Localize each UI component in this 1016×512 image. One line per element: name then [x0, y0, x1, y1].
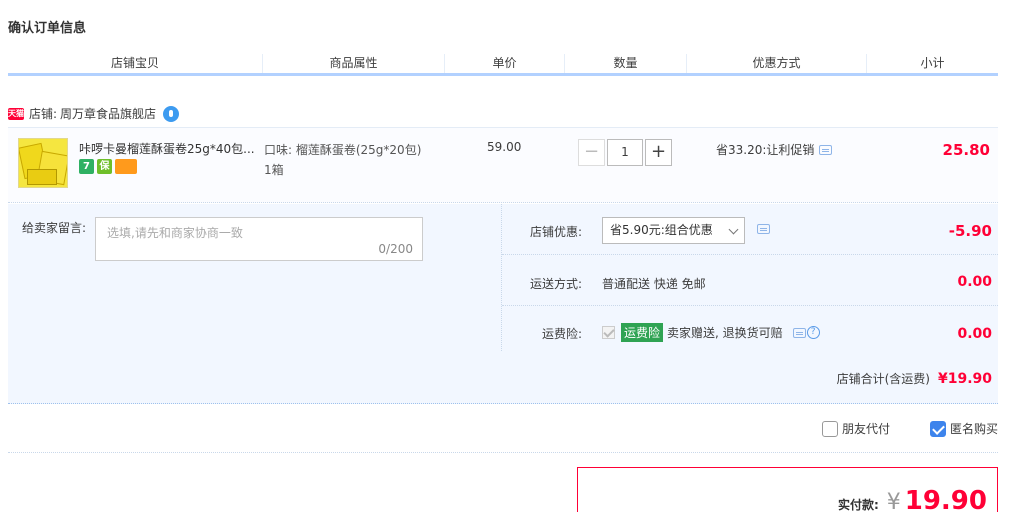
tmall-icon: 天猫	[8, 107, 24, 120]
guarantee-icon[interactable]: 保	[97, 159, 112, 174]
insurance-row: 运费险: 运费险 卖家赠送, 退换货可赔 ? 0.00	[502, 307, 998, 351]
shop-discount-row: 店铺优惠: 省5.90元:组合优惠 -5.90	[502, 204, 998, 255]
discount-info-icon[interactable]	[757, 224, 770, 234]
column-header: 店铺宝贝 商品属性 单价 数量 优惠方式 小计	[8, 54, 998, 76]
shipping-row: 运送方式: 普通配送 快递 免邮 0.00	[502, 256, 998, 306]
shipping-value: 0.00	[957, 274, 992, 290]
page-title: 确认订单信息	[8, 21, 87, 36]
shipping-method: 普通配送 快递 免邮	[602, 277, 706, 291]
insurance-chat-icon[interactable]	[792, 327, 806, 338]
service-badges: 7 保	[79, 159, 137, 174]
shop-discount-select[interactable]: 省5.90元:组合优惠	[602, 217, 745, 244]
seller-message-input[interactable]: 选填,请先和商家协商一致 0/200	[95, 217, 423, 261]
insurance-detail: 运费险 卖家赠送, 退换货可赔 ?	[602, 323, 820, 342]
grand-total: 实付款: ¥ 19.90	[838, 486, 987, 512]
help-icon[interactable]: ?	[806, 326, 820, 339]
insurance-label: 运费险:	[541, 327, 582, 341]
quantity-stepper: − 1 +	[578, 139, 672, 166]
col-shop-item: 店铺宝贝	[8, 54, 263, 73]
col-subtotal: 小计	[920, 56, 945, 70]
unit-price: 59.00	[487, 140, 522, 154]
shop-total: 店铺合计(含运费) ¥19.90	[837, 370, 992, 387]
message-placeholder: 选填,请先和商家协商一致	[107, 226, 243, 240]
promotion: 省33.20:让利促销	[716, 141, 833, 158]
order-options-panel: 给卖家留言: 选填,请先和商家协商一致 0/200 店铺优惠: 省5.90元:组…	[8, 204, 998, 404]
shop-line: 天猫 店铺: 周万章食品旗舰店	[8, 105, 180, 122]
quantity-input[interactable]: 1	[607, 139, 643, 166]
promotion-text: 省33.20:让利促销	[716, 143, 815, 157]
insurance-badge: 运费险	[621, 323, 664, 342]
message-char-count: 0/200	[378, 242, 413, 256]
product-attribute: 口味: 榴莲酥蛋卷(25g*20包)	[264, 143, 422, 157]
col-unit-price: 单价	[445, 54, 565, 73]
anonymous-option[interactable]: 匿名购买	[929, 420, 998, 437]
col-attributes: 商品属性	[263, 54, 445, 73]
grand-total-label: 实付款:	[837, 498, 879, 512]
friend-pay-option[interactable]: 朋友代付	[821, 420, 890, 437]
shipping-label: 运送方式:	[529, 277, 582, 291]
col-quantity: 数量	[565, 54, 687, 73]
shop-discount-selected: 省5.90元:组合优惠	[610, 223, 713, 237]
insurance-value: 0.00	[957, 326, 992, 342]
grand-total-currency: ¥	[886, 490, 901, 512]
shop-discount-label: 店铺优惠:	[529, 225, 582, 239]
promo-info-icon[interactable]	[819, 144, 833, 155]
item-subtotal: 25.80	[942, 141, 990, 159]
insurance-checkbox	[602, 326, 615, 339]
item-row: 咔啰卡曼榴莲酥蛋卷25g*40包... 7 保 口味: 榴莲酥蛋卷(25g*20…	[8, 127, 998, 203]
quantity-minus-button[interactable]: −	[578, 139, 605, 166]
product-thumbnail[interactable]	[18, 138, 68, 188]
anonymous-checkbox[interactable]	[929, 420, 946, 437]
product-unit: 1箱	[264, 163, 284, 177]
anonymous-label: 匿名购买	[949, 422, 998, 436]
credit-card-icon[interactable]	[115, 159, 137, 174]
shop-name[interactable]: 周万章食品旗舰店	[60, 105, 156, 122]
quantity-plus-button[interactable]: +	[645, 139, 672, 166]
pay-options: 朋友代付 匿名购买	[821, 420, 998, 437]
product-title[interactable]: 咔啰卡曼榴莲酥蛋卷25g*40包...	[79, 140, 259, 157]
insurance-text: 卖家赠送, 退换货可赔	[667, 326, 783, 340]
wangwang-chat-icon[interactable]	[163, 105, 180, 122]
friend-pay-checkbox[interactable]	[821, 420, 838, 437]
shop-discount-value: -5.90	[948, 222, 992, 240]
friend-pay-label: 朋友代付	[841, 422, 890, 436]
grand-total-amount: 19.90	[904, 486, 987, 512]
chevron-down-icon	[728, 224, 739, 235]
shop-total-label: 店铺合计(含运费)	[836, 372, 930, 386]
col-promotion: 优惠方式	[687, 54, 867, 73]
grand-total-box: 实付款: ¥ 19.90	[577, 467, 998, 512]
message-label: 给卖家留言:	[22, 221, 87, 235]
seven-day-return-icon[interactable]: 7	[79, 159, 94, 174]
shop-total-value: ¥19.90	[937, 371, 992, 387]
shop-label: 店铺:	[29, 107, 58, 121]
